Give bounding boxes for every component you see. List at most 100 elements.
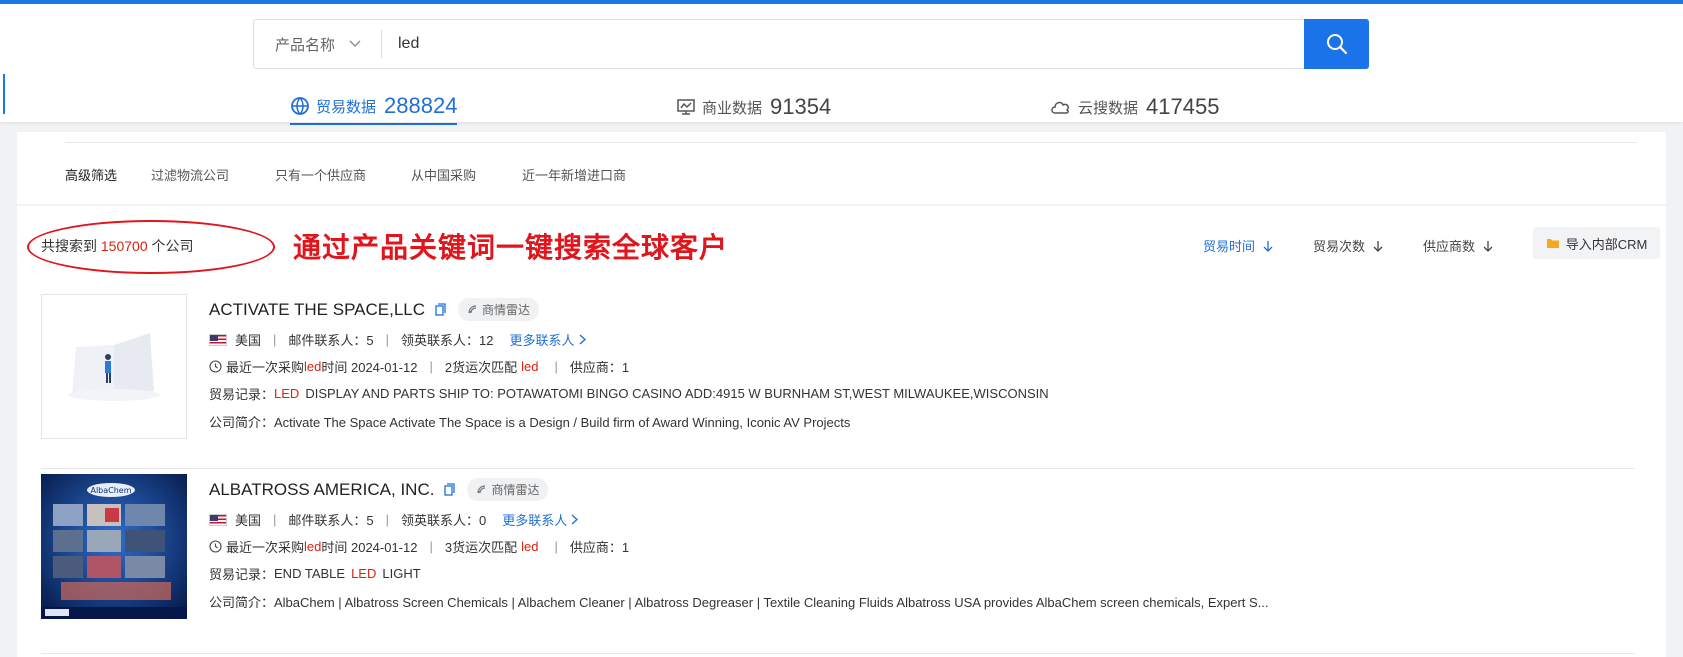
- divider: [65, 142, 1637, 143]
- tab-trade-count: 288824: [384, 93, 458, 118]
- tab-trade-data[interactable]: 贸易数据 288824: [290, 89, 458, 125]
- filter-single-supplier[interactable]: 只有一个供应商: [275, 165, 366, 184]
- clock-icon: [209, 540, 222, 553]
- results-panel: 共搜索到 150700 个公司 通过产品关键词一键搜索全球客户 贸易时间 贸易次…: [17, 206, 1666, 657]
- import-crm-button[interactable]: 导入内部CRM: [1533, 227, 1660, 259]
- search-bar: 产品名称: [253, 19, 1369, 69]
- radar-icon: [477, 485, 486, 494]
- more-contacts-link[interactable]: 更多联系人: [502, 510, 579, 529]
- sort-supplier-count-label: 供应商数: [1423, 239, 1476, 254]
- sort-trade-time[interactable]: 贸易时间: [1203, 236, 1273, 255]
- us-flag-icon: [209, 513, 227, 526]
- result-count-number: 150700: [100, 238, 148, 254]
- business-radar-tag[interactable]: 商情雷达: [467, 478, 549, 501]
- keyword-highlight: led: [521, 539, 539, 554]
- company-name[interactable]: ACTIVATE THE SPACE,LLC: [209, 300, 425, 320]
- separator: |: [385, 512, 390, 527]
- country: 美国: [235, 513, 262, 528]
- promo-annotation: 通过产品关键词一键搜索全球客户: [293, 231, 729, 264]
- advanced-filter-panel: 高级筛选 过滤物流公司 只有一个供应商 从中国采购 近一年新增进口商: [17, 132, 1666, 204]
- company-intro: 公司简介：AlbaChem | Albatross Screen Chemica…: [209, 595, 1269, 610]
- search-category-select[interactable]: 产品名称: [254, 30, 382, 58]
- keyword-highlight: led: [304, 359, 322, 374]
- filter-exclude-logistics[interactable]: 过滤物流公司: [151, 165, 229, 184]
- keyword-highlight: LED: [274, 386, 300, 401]
- trade-record-text: DISPLAY AND PARTS SHIP TO: POTAWATOMI BI…: [305, 386, 1049, 401]
- divider: [41, 468, 1635, 469]
- chevron-right-icon: [579, 334, 586, 345]
- filter-title: 高级筛选: [65, 168, 118, 183]
- chevron-right-icon: [571, 514, 579, 525]
- tab-cloud-label: 云搜数据: [1078, 99, 1139, 117]
- tab-cloud-data[interactable]: 云搜数据 417455: [1050, 89, 1219, 125]
- tab-business-count: 91354: [770, 94, 832, 119]
- keyword-highlight: LED: [351, 566, 377, 581]
- company-intro: 公司简介：Activate The Space Activate The Spa…: [209, 415, 851, 430]
- business-radar-label: 商情雷达: [491, 483, 540, 497]
- search-icon: [1326, 34, 1347, 55]
- email-contacts: 邮件联系人：5: [288, 333, 374, 348]
- sort-supplier-count[interactable]: 供应商数: [1423, 236, 1493, 255]
- monitor-chart-icon: [677, 99, 695, 115]
- company-logo-image: AlbaChem: [41, 474, 187, 619]
- sort-trade-count-label: 贸易次数: [1313, 239, 1366, 254]
- tab-trade-label: 贸易数据: [316, 98, 377, 116]
- chevron-down-icon: [349, 40, 361, 47]
- company-card: AlbaChem ALBATROSS AMERICA, INC. 商情雷达 美国…: [41, 474, 1635, 654]
- arrow-down-icon: [1263, 240, 1273, 252]
- trade-record-label: 贸易记录：: [209, 387, 275, 402]
- clock-icon: [209, 360, 222, 373]
- separator: |: [429, 539, 433, 554]
- company-name[interactable]: ALBATROSS AMERICA, INC.: [209, 480, 434, 500]
- radar-icon: [468, 305, 477, 314]
- globe-icon: [291, 97, 309, 115]
- result-count-prefix: 共搜索到: [41, 238, 97, 254]
- last-purchase-date: 时间 2024-01-12: [321, 360, 418, 375]
- filter-new-importers[interactable]: 近一年新增进口商: [522, 165, 626, 184]
- separator: |: [429, 359, 433, 374]
- tab-cloud-count: 417455: [1146, 94, 1220, 119]
- more-contacts-label: 更多联系人: [509, 333, 575, 348]
- arrow-down-icon: [1373, 240, 1383, 252]
- us-flag-icon: [209, 333, 227, 346]
- trade-record-text: LIGHT: [382, 566, 421, 581]
- search-input[interactable]: [382, 35, 1368, 53]
- copy-icon[interactable]: [444, 483, 456, 496]
- search-header: 产品名称 贸易数据 288824 商业数据 91354 云搜数据 417455: [0, 4, 1683, 125]
- more-contacts-label: 更多联系人: [502, 513, 568, 528]
- arrow-down-icon: [1483, 240, 1493, 252]
- email-contacts: 邮件联系人：5: [288, 513, 374, 528]
- separator: |: [554, 539, 558, 554]
- separator: |: [273, 512, 277, 527]
- trade-record-label: 贸易记录：: [209, 567, 275, 582]
- brand-logo-text: AlbaChem: [90, 486, 131, 495]
- filter-from-china[interactable]: 从中国采购: [411, 165, 476, 184]
- albachem-brochure-image: AlbaChem: [41, 474, 187, 619]
- keyword-highlight: led: [521, 359, 539, 374]
- data-source-tabs: 贸易数据 288824 商业数据 91354 云搜数据 417455: [0, 89, 1683, 129]
- result-count-suffix: 个公司: [151, 238, 194, 254]
- separator: |: [385, 332, 390, 347]
- tab-business-label: 商业数据: [702, 99, 763, 117]
- search-button[interactable]: [1304, 19, 1369, 69]
- separator: |: [554, 359, 558, 374]
- supplier-count: 供应商：1: [569, 360, 630, 375]
- import-crm-label: 导入内部CRM: [1565, 236, 1648, 252]
- tab-business-data[interactable]: 商业数据 91354: [676, 89, 831, 125]
- business-radar-label: 商情雷达: [482, 303, 531, 317]
- company-placeholder-image: [41, 294, 187, 439]
- folder-icon: [1546, 239, 1559, 248]
- keyword-highlight: led: [304, 539, 322, 554]
- cloud-icon: [1051, 101, 1069, 114]
- sort-trade-count[interactable]: 贸易次数: [1313, 236, 1383, 255]
- business-radar-tag[interactable]: 商情雷达: [458, 298, 540, 321]
- country: 美国: [235, 333, 262, 348]
- last-purchase-label: 最近一次采购: [226, 540, 305, 555]
- separator: |: [273, 332, 277, 347]
- copy-icon[interactable]: [435, 303, 446, 316]
- trade-record-prefix: END TABLE: [274, 566, 346, 581]
- linkedin-contacts: 领英联系人：12: [401, 333, 494, 348]
- empty-placeholder-illustration: [42, 295, 186, 438]
- more-contacts-link[interactable]: 更多联系人: [510, 330, 586, 349]
- supplier-count: 供应商：1: [569, 540, 630, 555]
